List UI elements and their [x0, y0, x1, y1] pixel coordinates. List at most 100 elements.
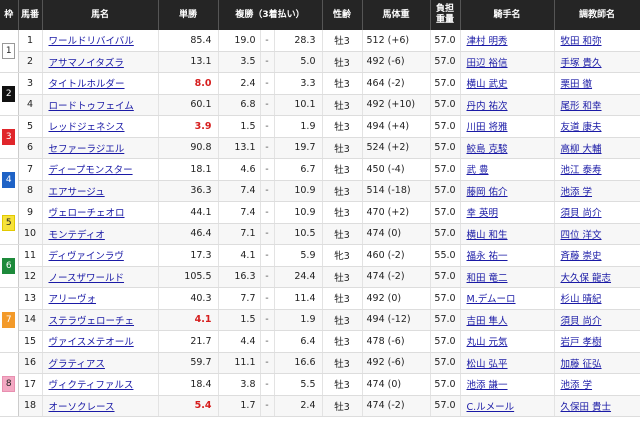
- horse-name-link[interactable]: ディヴァインラヴ: [49, 251, 124, 262]
- horse-name-cell: セファーラジエル: [42, 137, 159, 159]
- place-odds-max-cell: 10.1: [274, 94, 323, 116]
- trainer-link[interactable]: 尾形 和幸: [561, 101, 602, 112]
- jockey-link[interactable]: 田辺 裕信: [467, 58, 508, 69]
- horse-number-cell: 10: [18, 223, 43, 245]
- sex-age-cell: 牡3: [322, 223, 363, 245]
- place-odds-min-cell: 6.8: [218, 94, 261, 116]
- jockey-link[interactable]: 川田 将雅: [467, 122, 508, 133]
- kinryo-cell: 57.0: [430, 395, 461, 417]
- jockey-link[interactable]: 和田 竜二: [467, 273, 508, 284]
- jockey-link[interactable]: 武 豊: [467, 165, 489, 176]
- horse-name-link[interactable]: グラティアス: [49, 359, 105, 370]
- horse-name-link[interactable]: タイトルホルダー: [49, 79, 125, 90]
- trainer-link[interactable]: 岩戸 孝樹: [561, 337, 602, 348]
- horse-name-link[interactable]: エアサージュ: [49, 187, 105, 198]
- horse-name-link[interactable]: ヴィクティファルス: [49, 380, 134, 391]
- trainer-link[interactable]: 手塚 貴久: [561, 58, 602, 69]
- jockey-link[interactable]: 福永 祐一: [467, 251, 508, 262]
- kinryo-cell: 57.0: [430, 330, 461, 353]
- trainer-link[interactable]: 杉山 晴紀: [561, 294, 602, 305]
- horse-name-link[interactable]: ステラヴェローチェ: [49, 316, 135, 327]
- horse-name-link[interactable]: アサマノイタズラ: [49, 58, 124, 69]
- horse-name-link[interactable]: ノースザワールド: [49, 273, 125, 284]
- jockey-link[interactable]: M.デムーロ: [467, 294, 516, 305]
- jockey-link[interactable]: 吉田 隼人: [467, 316, 508, 327]
- jockey-link[interactable]: 津村 明秀: [467, 36, 508, 47]
- horse-name-link[interactable]: ロードトゥフェイム: [49, 101, 134, 112]
- trainer-link[interactable]: 加藤 征弘: [561, 359, 602, 370]
- jockey-link[interactable]: 横山 和生: [467, 230, 508, 241]
- horse-name-link[interactable]: ディープモンスター: [49, 165, 133, 176]
- jockey-link[interactable]: 藤岡 佑介: [467, 187, 508, 198]
- horse-number-cell: 2: [18, 51, 43, 73]
- horse-name-cell: ヴィクティファルス: [42, 373, 159, 396]
- win-odds-cell: 46.4: [158, 223, 219, 245]
- trainer-link[interactable]: 友道 康夫: [561, 122, 602, 133]
- win-odds-cell: 5.4: [158, 395, 219, 417]
- horse-number-cell: 9: [18, 201, 43, 224]
- waku-cell: 2: [0, 72, 19, 116]
- header-sex-age: 性齢: [322, 0, 363, 30]
- jockey-cell: 田辺 裕信: [460, 51, 555, 73]
- jockey-link[interactable]: 丹内 祐次: [467, 101, 508, 112]
- horse-name-link[interactable]: モンテディオ: [49, 230, 105, 241]
- trainer-link[interactable]: 斉藤 崇史: [561, 251, 602, 262]
- place-odds-min-cell: 4.4: [218, 330, 261, 353]
- place-odds-max-cell: 5.9: [274, 244, 323, 267]
- win-odds-cell: 36.3: [158, 180, 219, 202]
- jockey-link[interactable]: C.ルメール: [467, 402, 515, 413]
- place-odds-max-cell: 10.5: [274, 223, 323, 245]
- place-odds-min-cell: 1.7: [218, 395, 261, 417]
- trainer-cell: 須貝 尚介: [554, 309, 640, 331]
- horse-weight-cell: 460 (-2): [362, 244, 431, 267]
- sex-age-cell: 牡3: [322, 115, 363, 138]
- header-horse-weight: 馬体重: [362, 0, 431, 30]
- horse-name-link[interactable]: ヴェローチェオロ: [49, 208, 125, 219]
- trainer-link[interactable]: 久保田 貴士: [561, 402, 612, 413]
- trainer-cell: 池江 泰寿: [554, 158, 640, 181]
- waku-cell: 6: [0, 244, 19, 288]
- sex-age-cell: 牡3: [322, 201, 363, 224]
- header-kinryo-line1: 負担: [435, 4, 454, 14]
- kinryo-cell: 55.0: [430, 244, 461, 267]
- jockey-link[interactable]: 鮫島 克駿: [467, 144, 508, 155]
- jockey-link[interactable]: 横山 武史: [467, 79, 508, 90]
- kinryo-cell: 57.0: [430, 115, 461, 138]
- trainer-link[interactable]: 須貝 尚介: [561, 316, 602, 327]
- waku-cell: 3: [0, 115, 19, 159]
- trainer-link[interactable]: 池添 学: [561, 187, 593, 198]
- horse-name-link[interactable]: オーソクレース: [49, 402, 115, 413]
- win-odds-cell: 8.0: [158, 72, 219, 95]
- trainer-link[interactable]: 須貝 尚介: [561, 208, 602, 219]
- jockey-link[interactable]: 池添 謙一: [467, 380, 508, 391]
- jockey-link[interactable]: 松山 弘平: [467, 359, 508, 370]
- horse-name-link[interactable]: レッドジェネシス: [49, 122, 125, 133]
- win-odds-cell: 18.4: [158, 373, 219, 396]
- trainer-link[interactable]: 大久保 龍志: [561, 273, 612, 284]
- waku-cell: 4: [0, 158, 19, 202]
- place-odds-min-cell: 7.4: [218, 180, 261, 202]
- trainer-link[interactable]: 池添 学: [561, 380, 593, 391]
- horse-name-link[interactable]: セファーラジエル: [49, 144, 125, 155]
- horse-weight-cell: 494 (+4): [362, 115, 431, 138]
- horse-name-link[interactable]: ヴァイスメテオール: [49, 337, 134, 348]
- trainer-cell: 高柳 大輔: [554, 137, 640, 159]
- win-odds-cell: 3.9: [158, 115, 219, 138]
- horse-name-link[interactable]: ワールドリバイバル: [49, 36, 134, 47]
- trainer-link[interactable]: 牧田 和弥: [561, 36, 602, 47]
- trainer-link[interactable]: 高柳 大輔: [561, 144, 602, 155]
- jockey-link[interactable]: 丸山 元気: [467, 337, 508, 348]
- horse-name-link[interactable]: アリーヴォ: [49, 294, 97, 305]
- jockey-cell: M.デムーロ: [460, 287, 555, 310]
- sex-age-cell: 牡3: [322, 330, 363, 353]
- trainer-link[interactable]: 池江 泰寿: [561, 165, 602, 176]
- place-odds-min-cell: 2.4: [218, 72, 261, 95]
- horse-weight-cell: 470 (+2): [362, 201, 431, 224]
- trainer-link[interactable]: 栗田 徹: [561, 79, 593, 90]
- jockey-link[interactable]: 幸 英明: [467, 208, 499, 219]
- table-row: 3 5 レッドジェネシス 3.9 1.5-1.9 牡3 494 (+4) 57.0 川田 将雅 友…: [0, 115, 640, 159]
- trainer-link[interactable]: 四位 洋文: [561, 230, 602, 241]
- place-odds-dash: -: [260, 201, 275, 224]
- horse-weight-cell: 450 (-4): [362, 158, 431, 181]
- kinryo-cell: 57.0: [430, 201, 461, 224]
